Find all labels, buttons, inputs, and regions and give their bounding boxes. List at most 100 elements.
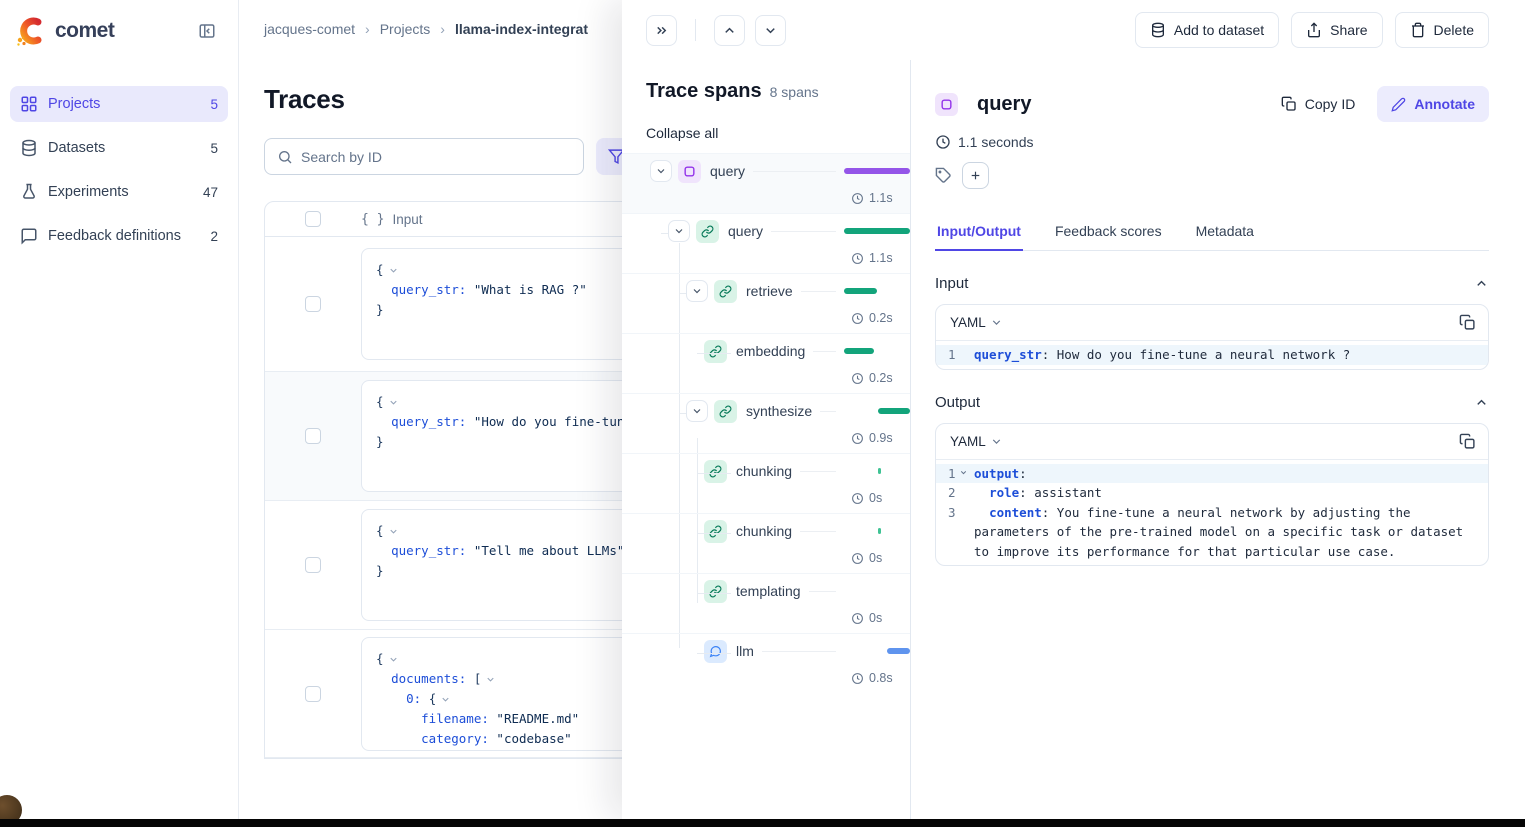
span-duration: 1.1s — [869, 251, 893, 265]
copy-icon — [1281, 96, 1297, 112]
span-duration: 0.8s — [869, 671, 893, 685]
trace-type-icon — [935, 93, 958, 116]
expand-toggle[interactable] — [686, 280, 708, 302]
collapse-output-button[interactable] — [1474, 395, 1489, 410]
sidebar-item-projects[interactable]: Projects 5 — [10, 86, 228, 122]
add-to-dataset-button[interactable]: Add to dataset — [1135, 12, 1279, 48]
row-checkbox[interactable] — [305, 557, 321, 573]
collapse-input-button[interactable] — [1474, 276, 1489, 291]
copy-icon — [1459, 433, 1476, 450]
span-row-templating[interactable]: templating 0s — [622, 573, 910, 633]
delete-button[interactable]: Delete — [1395, 12, 1489, 48]
collapse-all-button[interactable]: Collapse all — [622, 103, 910, 153]
tab-metadata[interactable]: Metadata — [1194, 215, 1256, 251]
share-icon — [1306, 22, 1322, 38]
sidebar-item-count: 5 — [210, 141, 218, 156]
span-row-retrieve[interactable]: retrieve 0.2s — [622, 273, 910, 333]
tab-feedback-scores[interactable]: Feedback scores — [1053, 215, 1164, 251]
trace-spans-title: Trace spans — [646, 80, 762, 103]
breadcrumb-current-project[interactable]: llama-index-integrat — [455, 21, 588, 37]
sidebar-item-feedback-definitions[interactable]: Feedback definitions 2 — [10, 218, 228, 254]
leader-line — [753, 171, 836, 172]
copy-icon — [1459, 314, 1476, 331]
output-format-select[interactable]: YAML — [950, 434, 1003, 449]
previous-trace-button[interactable] — [714, 15, 745, 46]
span-type-icon — [704, 640, 727, 663]
clock-icon — [851, 312, 864, 325]
clock-icon — [851, 192, 864, 205]
output-code-card: YAML 1 output: 2 role: assistant — [935, 423, 1489, 567]
divider — [695, 19, 696, 41]
fold-chevron-icon[interactable] — [959, 468, 968, 477]
chevron-down-icon[interactable] — [388, 265, 399, 276]
next-trace-button[interactable] — [755, 15, 786, 46]
input-code-card: YAML 1 query_str: How do you fine-tune a… — [935, 304, 1489, 370]
span-label: query — [728, 223, 763, 239]
chevron-down-icon[interactable] — [440, 694, 451, 705]
annotate-button[interactable]: Annotate — [1377, 86, 1489, 122]
leader-line — [820, 411, 836, 412]
select-all-checkbox[interactable] — [305, 211, 321, 227]
close-panel-button[interactable] — [646, 15, 677, 46]
tab-input-output[interactable]: Input/Output — [935, 215, 1023, 251]
chevron-down-icon — [673, 225, 685, 237]
chevron-down-icon[interactable] — [388, 397, 399, 408]
expand-toggle[interactable] — [650, 160, 672, 182]
span-row-embedding[interactable]: embedding 0.2s — [622, 333, 910, 393]
sidebar-collapse-button[interactable] — [194, 18, 220, 44]
leader-line — [801, 291, 836, 292]
leader-line — [800, 471, 836, 472]
chevron-up-icon — [722, 23, 737, 38]
span-timeline — [844, 288, 910, 294]
code-line: 1 output: — [936, 464, 1488, 484]
span-row-query-root[interactable]: query 1.1s — [622, 153, 910, 213]
input-code: 1 query_str: How do you fine-tune a neur… — [936, 341, 1488, 369]
sidebar-item-datasets[interactable]: Datasets 5 — [10, 130, 228, 166]
span-row-llm[interactable]: llm 0.8s — [622, 633, 910, 693]
input-column-header: Input — [392, 212, 422, 227]
chevron-down-icon[interactable] — [388, 654, 399, 665]
span-timeline — [844, 228, 910, 234]
chevron-up-icon — [1474, 276, 1489, 291]
sidebar-item-count: 47 — [203, 185, 218, 200]
chevron-down-icon[interactable] — [485, 674, 496, 685]
span-row-chunking[interactable]: chunking 0s — [622, 513, 910, 573]
expand-toggle[interactable] — [686, 400, 708, 422]
chevron-down-icon[interactable] — [388, 526, 399, 537]
span-detail-panel: query Copy ID Annotate 1.1 seconds — [911, 60, 1525, 819]
comet-wordmark: comet — [55, 19, 114, 43]
copy-input-button[interactable] — [1459, 314, 1476, 331]
span-row-synthesize[interactable]: synthesize 0.9s — [622, 393, 910, 453]
row-checkbox[interactable] — [305, 686, 321, 702]
duration-bar — [878, 528, 881, 534]
input-format-select[interactable]: YAML — [950, 315, 1003, 330]
copy-output-button[interactable] — [1459, 433, 1476, 450]
sidebar: comet Projects 5 Datasets 5 — [0, 0, 239, 819]
trace-spans-count: 8 spans — [770, 84, 819, 100]
copy-id-button[interactable]: Copy ID — [1281, 96, 1356, 112]
chevron-up-icon — [1474, 395, 1489, 410]
code-line: 1 query_str: How do you fine-tune a neur… — [936, 345, 1488, 365]
leader-line — [809, 591, 836, 592]
add-tag-button[interactable] — [962, 162, 989, 189]
search-input[interactable] — [301, 149, 571, 165]
share-button[interactable]: Share — [1291, 12, 1382, 48]
output-code: 1 output: 2 role: assistant 3 content: Y… — [936, 460, 1488, 566]
row-checkbox[interactable] — [305, 296, 321, 312]
comet-logo[interactable]: comet — [14, 14, 114, 48]
span-row-chunking[interactable]: chunking 0s — [622, 453, 910, 513]
trace-square-icon — [683, 165, 696, 178]
span-row-query[interactable]: query 1.1s — [622, 213, 910, 273]
span-type-icon — [704, 580, 727, 603]
breadcrumb-projects[interactable]: Projects — [380, 21, 431, 37]
delete-label: Delete — [1434, 22, 1474, 38]
flask-icon — [20, 183, 38, 201]
breadcrumb-workspace[interactable]: jacques-comet — [264, 21, 355, 37]
trace-square-icon — [940, 98, 953, 111]
span-type-icon — [714, 280, 737, 303]
panel-collapse-icon — [198, 22, 216, 40]
span-duration: 0s — [869, 491, 882, 505]
sidebar-item-experiments[interactable]: Experiments 47 — [10, 174, 228, 210]
row-checkbox[interactable] — [305, 428, 321, 444]
expand-toggle[interactable] — [668, 220, 690, 242]
